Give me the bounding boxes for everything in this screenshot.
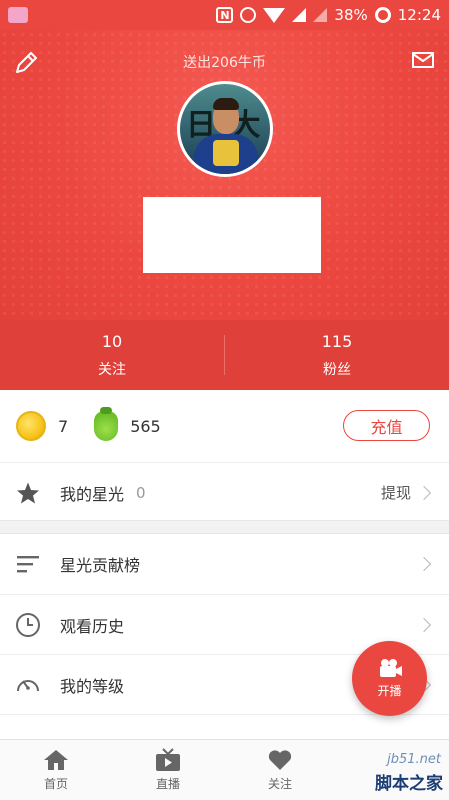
chevron-right-icon	[416, 617, 432, 632]
app-notification-icon	[8, 7, 28, 23]
clock-time: 12:24	[397, 6, 441, 24]
battery-percentage: 38%	[334, 6, 368, 24]
fans-stat[interactable]: 115 粉丝	[225, 320, 449, 390]
avatar[interactable]: 日 大	[177, 81, 273, 177]
clock-icon	[15, 612, 41, 638]
menu-item-label: 我的等级	[60, 676, 125, 696]
nav-item-live[interactable]: 直播	[112, 740, 224, 800]
wifi-icon	[263, 7, 286, 23]
watermark-name: 脚本之家	[375, 774, 443, 794]
site-watermark: jb51.net 脚本之家	[309, 740, 449, 800]
bean-balance: 565	[130, 416, 161, 436]
following-stat[interactable]: 10 关注	[0, 320, 224, 390]
nav-item-home[interactable]: 首页	[0, 740, 112, 800]
chevron-right-icon	[416, 556, 432, 572]
gift-sent-summary: 送出206牛币	[183, 55, 266, 71]
coin-icon	[16, 411, 46, 441]
start-live-label: 开播	[377, 684, 402, 698]
nav-item-label: 首页	[43, 777, 68, 791]
signal-icon	[292, 8, 307, 22]
starlight-label: 我的星光	[60, 484, 125, 504]
signal-icon-secondary	[313, 8, 328, 22]
wallet-row: 7 565 充值	[0, 390, 449, 462]
starlight-row[interactable]: 我的星光 0 提现	[0, 462, 449, 522]
menu-item-contribution-ranking[interactable]: 星光贡献榜	[0, 534, 449, 594]
menu-item-label: 观看历史	[60, 616, 125, 636]
following-count: 10	[101, 331, 123, 351]
section-gap	[0, 520, 449, 534]
alarm-icon	[240, 7, 257, 23]
menu-item-label: 星光贡献榜	[60, 556, 141, 575]
menu-item-partial	[0, 714, 449, 739]
nav-item-label: 直播	[155, 777, 180, 791]
mail-icon[interactable]	[411, 50, 435, 70]
list-icon	[15, 551, 41, 577]
watermark-site: jb51.net	[387, 752, 441, 767]
tv-icon	[156, 748, 180, 771]
follow-stats: 10 关注 115 粉丝	[0, 320, 449, 390]
status-bar: N 38% 12:24	[0, 0, 449, 30]
video-camera-icon	[379, 659, 402, 677]
nfc-icon: N	[216, 7, 234, 23]
withdraw-link[interactable]: 提现	[381, 482, 411, 503]
following-label: 关注	[98, 361, 126, 378]
fans-count: 115	[321, 331, 353, 351]
coin-balance: 7	[58, 416, 69, 436]
chevron-right-icon	[416, 485, 432, 500]
home-icon	[44, 750, 68, 770]
bottom-nav: 首页 直播 关注 jb51.net 脚本之家	[0, 739, 449, 800]
recharge-button[interactable]: 充值	[343, 410, 430, 441]
username-redacted-box	[143, 197, 321, 273]
nav-item-label: 关注	[267, 777, 292, 791]
start-live-button[interactable]: 开播	[352, 641, 427, 716]
star-icon	[15, 480, 41, 506]
gauge-icon	[15, 672, 41, 698]
starlight-value: 0	[136, 483, 146, 502]
fans-label: 粉丝	[323, 361, 351, 378]
profile-header: 送出206牛币 日 大 10 关注 115 粉丝	[0, 30, 449, 390]
money-bag-icon	[94, 407, 119, 441]
battery-icon	[374, 7, 391, 23]
heart-icon	[268, 750, 292, 770]
